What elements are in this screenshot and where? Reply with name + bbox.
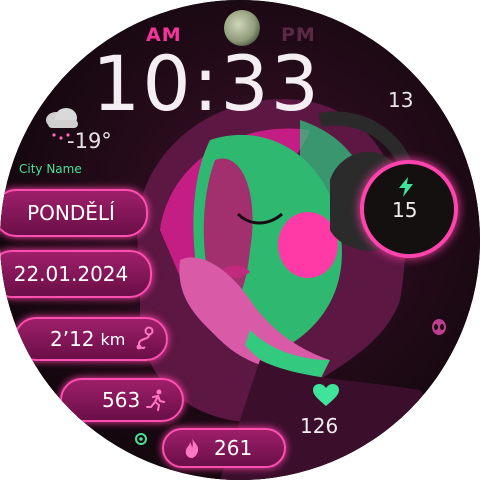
settings-icon[interactable] [133,431,149,447]
day-of-week: PONDĚLÍ [27,201,115,225]
distance-pill[interactable]: 2’12 km [14,317,168,361]
steps-pill[interactable]: 563 [60,378,184,422]
heart-icon[interactable] [312,383,340,407]
calories-value: 261 [214,436,253,460]
alien-icon[interactable] [430,318,448,340]
watch-face: AM PM 10:33 13 -19° City Name PONDĚLÍ 22… [0,0,480,480]
date-value: 22.01.2024 [13,262,129,286]
city-name: City Name [19,162,82,176]
distance-unit: km [100,329,126,349]
seconds-display: 13 [388,88,414,112]
distance-value: 2’12 [50,327,95,351]
bolt-icon [399,177,413,197]
date-pill[interactable]: 22.01.2024 [0,250,152,298]
running-icon [146,389,166,411]
flame-icon [185,438,199,458]
time-display[interactable]: 10:33 [92,46,321,122]
steps-value: 563 [102,388,141,412]
heart-rate-value: 126 [300,414,339,438]
day-of-week-pill[interactable]: PONDĚLÍ [0,189,148,237]
temperature: -19° [67,129,112,153]
route-icon [136,326,154,350]
battery-value: 15 [392,198,418,222]
calories-pill[interactable]: 261 [162,428,286,468]
